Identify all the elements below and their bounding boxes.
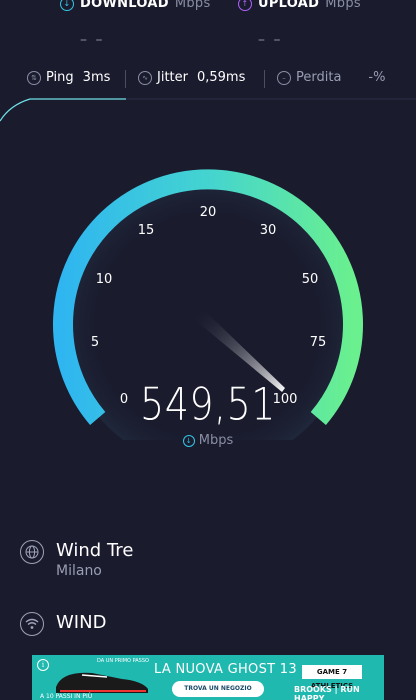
gauge-tick-label: 10 bbox=[96, 272, 113, 287]
divider bbox=[264, 70, 265, 88]
gauge-tick-label: 5 bbox=[91, 335, 99, 350]
ad-cta-button[interactable]: TROVA UN NEGOZIO bbox=[172, 681, 264, 697]
arrow-up-circle-icon: ↑ bbox=[238, 0, 252, 11]
ad-brand-text: BROOKS | RUN HAPPY bbox=[294, 685, 360, 700]
jitter-value: 0,59ms bbox=[196, 70, 246, 85]
ad-small-text: DA UN PRIMO PASSO bbox=[97, 658, 149, 664]
download-value: – – bbox=[80, 32, 105, 48]
ad-banner[interactable]: i DA UN PRIMO PASSO LA NUOVA GHOST 13 TR… bbox=[32, 655, 384, 700]
download-header: ↓ DOWNLOAD Mbps bbox=[60, 0, 211, 11]
ad-headline: LA NUOVA GHOST 13 bbox=[154, 662, 297, 677]
arrow-down-circle-icon: ↓ bbox=[60, 0, 74, 11]
provider-name: Wind Tre bbox=[56, 540, 134, 561]
loss-stat: – Perdita -% bbox=[277, 70, 385, 85]
globe-icon bbox=[20, 540, 44, 564]
download-label: DOWNLOAD bbox=[80, 0, 169, 11]
upload-label: UPLOAD bbox=[258, 0, 320, 11]
loss-icon: – bbox=[277, 70, 291, 85]
gauge-tick-label: 15 bbox=[138, 223, 155, 238]
ping-value: 3ms bbox=[82, 70, 111, 85]
arrow-down-circle-icon: ↓ bbox=[182, 434, 195, 447]
gauge-tick-label: 20 bbox=[200, 205, 217, 220]
jitter-stat: ∿ Jitter 0,59ms bbox=[138, 70, 245, 85]
ad-bottom-text: A 10 PASSI IN PIÙ bbox=[40, 693, 93, 700]
jitter-icon: ∿ bbox=[138, 70, 152, 85]
ping-label: Ping bbox=[46, 70, 74, 85]
upload-header: ↑ UPLOAD Mbps bbox=[238, 0, 361, 11]
gauge-tick-label: 75 bbox=[310, 335, 327, 350]
ping-icon: ⇅ bbox=[27, 70, 41, 85]
info-icon[interactable]: i bbox=[37, 659, 49, 671]
shoe-image bbox=[56, 672, 148, 693]
wifi-icon bbox=[20, 612, 44, 636]
provider-location: Milano bbox=[56, 563, 102, 579]
speed-unit-row: ↓ Mbps bbox=[0, 433, 416, 448]
speed-unit: Mbps bbox=[198, 433, 234, 448]
progress-graph bbox=[0, 98, 416, 122]
stats-row: ⇅ Ping 3ms ∿ Jitter 0,59ms – Perdita -% bbox=[0, 70, 416, 88]
divider bbox=[125, 70, 126, 88]
upload-unit: Mbps bbox=[325, 0, 361, 11]
ping-stat: ⇅ Ping 3ms bbox=[27, 70, 110, 85]
network-info[interactable]: WIND bbox=[20, 612, 106, 636]
provider-info[interactable]: Wind Tre Milano bbox=[20, 540, 133, 579]
ad-brand-logo: GAME 7 ATHLETICS bbox=[302, 665, 362, 690]
download-unit: Mbps bbox=[174, 0, 211, 11]
loss-label: Perdita bbox=[296, 70, 342, 85]
jitter-label: Jitter bbox=[157, 70, 188, 85]
gauge-tick-label: 30 bbox=[260, 223, 277, 238]
upload-value: – – bbox=[258, 32, 283, 48]
speed-value: 549,51 bbox=[140, 378, 276, 430]
network-name: WIND bbox=[56, 612, 107, 633]
loss-value: -% bbox=[368, 70, 386, 85]
gauge-tick-label: 50 bbox=[302, 272, 319, 287]
